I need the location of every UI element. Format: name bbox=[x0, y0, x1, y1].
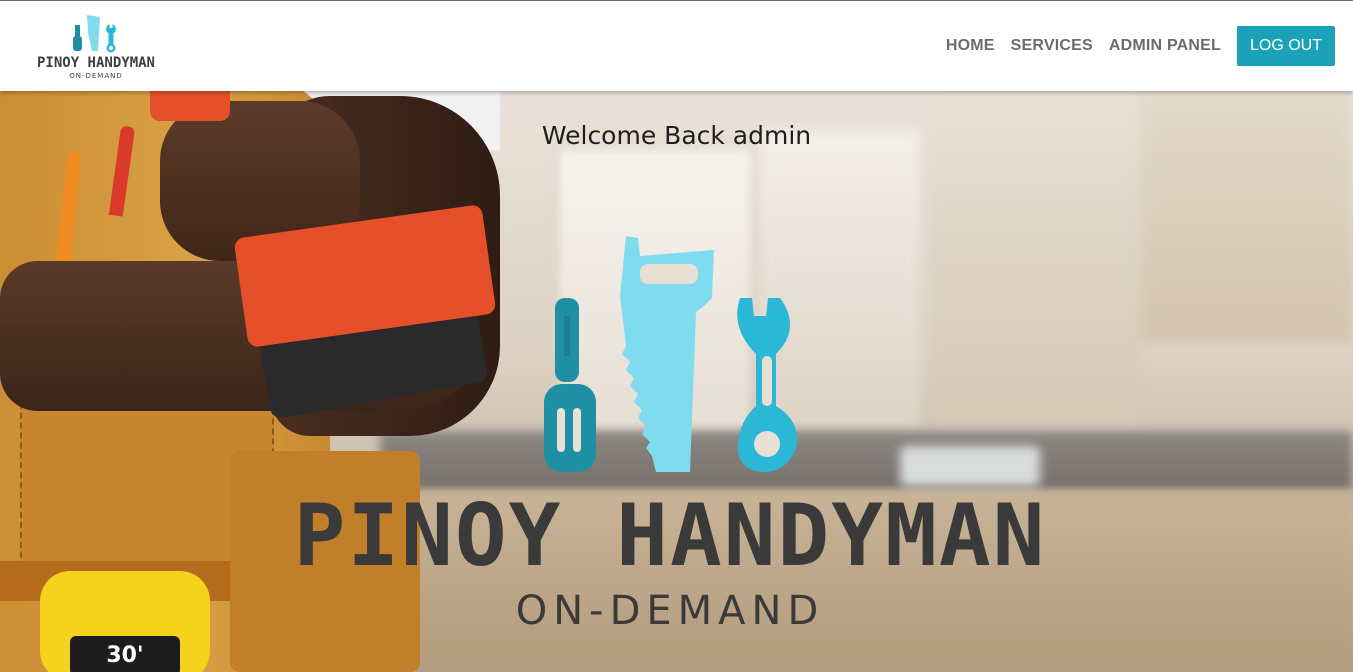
tools-logo-icon bbox=[73, 15, 116, 53]
brand-subtitle: ON-DEMAND bbox=[69, 72, 123, 80]
drill-icon bbox=[150, 91, 230, 121]
hero-logo-subtitle: ON-DEMAND bbox=[515, 588, 825, 634]
brand-logo[interactable]: PINOY HANDYMAN ON-DEMAND bbox=[18, 13, 174, 81]
tools-logo-icon bbox=[544, 236, 798, 473]
nav-home[interactable]: HOME bbox=[946, 37, 995, 55]
background-sink bbox=[900, 446, 1040, 486]
navbar: PINOY HANDYMAN ON-DEMAND HOME SERVICES A… bbox=[0, 1, 1353, 91]
background-counter bbox=[380, 431, 1353, 491]
logout-button[interactable]: LOG OUT bbox=[1236, 26, 1335, 66]
nav-admin-panel[interactable]: ADMIN PANEL bbox=[1109, 37, 1221, 55]
hero-banner: 30' Welcome Back admin PINOY HANDYMAN ON… bbox=[0, 91, 1353, 672]
nav-services[interactable]: SERVICES bbox=[1011, 37, 1093, 55]
main-nav: HOME SERVICES ADMIN PANEL LOG OUT bbox=[946, 26, 1335, 66]
welcome-heading: Welcome Back admin bbox=[541, 121, 812, 150]
hero-logo-name: PINOY HANDYMAN bbox=[293, 486, 1047, 586]
tape-measure-label: 30' bbox=[70, 636, 180, 672]
brand-name: PINOY HANDYMAN bbox=[36, 55, 155, 71]
